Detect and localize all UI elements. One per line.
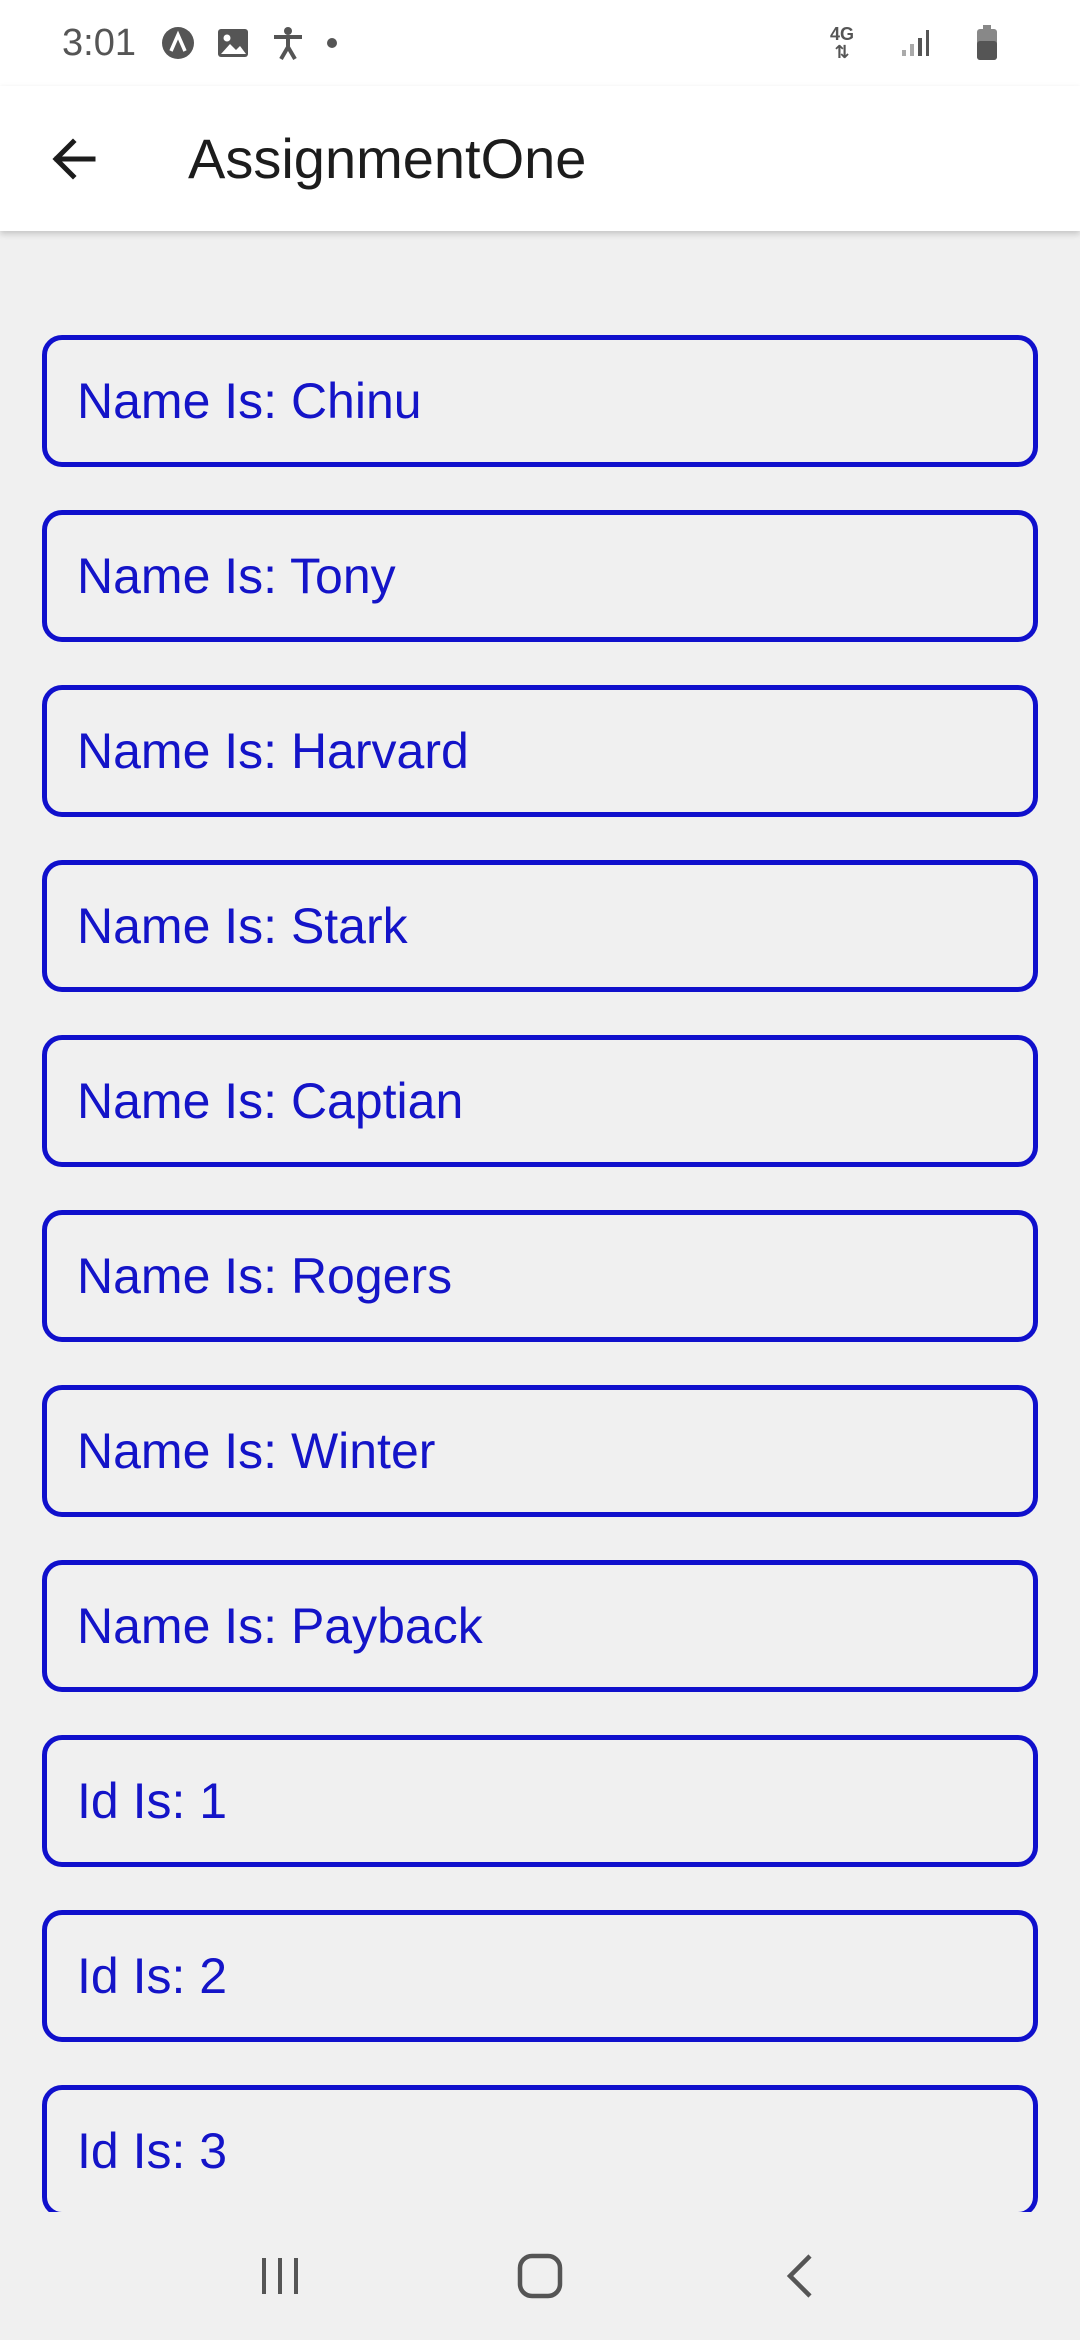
arrow-left-icon	[52, 137, 96, 180]
list-item[interactable]: Name Is: Harvard	[42, 685, 1038, 817]
image-notification-icon	[216, 26, 250, 60]
battery-icon	[976, 25, 998, 61]
list-item[interactable]: Name Is: Stark	[42, 860, 1038, 992]
network-4g-icon: 4G ⇅	[829, 24, 854, 62]
list-item[interactable]: Name Is: Tony	[42, 510, 1038, 642]
list-item[interactable]: Name Is: Captian	[42, 1035, 1038, 1167]
signal-icon	[900, 28, 930, 58]
home-button[interactable]	[480, 2226, 600, 2326]
accessibility-icon	[270, 25, 306, 61]
list-item[interactable]: Name Is: Payback	[42, 1560, 1038, 1692]
dot-icon	[326, 37, 338, 49]
nav-back-icon	[786, 2254, 812, 2298]
list-item[interactable]: Name Is: Chinu	[42, 335, 1038, 467]
app-bar: AssignmentOne	[0, 86, 1080, 231]
recent-apps-icon	[262, 2258, 298, 2294]
status-bar: 3:01 4G ⇅	[0, 0, 1080, 86]
back-button[interactable]	[24, 109, 124, 209]
list-item[interactable]: Name Is: Rogers	[42, 1210, 1038, 1342]
home-icon	[517, 2253, 563, 2299]
app-notification-icon	[160, 25, 196, 61]
list-item[interactable]: Id Is: 3	[42, 2085, 1038, 2217]
recent-apps-button[interactable]	[220, 2226, 340, 2326]
name-id-list[interactable]: Name Is: Chinu Name Is: Tony Name Is: Ha…	[0, 231, 1080, 2231]
system-nav-bar	[0, 2212, 1080, 2340]
list-item[interactable]: Id Is: 2	[42, 1910, 1038, 2042]
list-item[interactable]: Id Is: 1	[42, 1735, 1038, 1867]
status-time: 3:01	[62, 21, 136, 64]
page-title: AssignmentOne	[188, 127, 587, 190]
system-back-button[interactable]	[740, 2226, 860, 2326]
list-item[interactable]: Name Is: Winter	[42, 1385, 1038, 1517]
